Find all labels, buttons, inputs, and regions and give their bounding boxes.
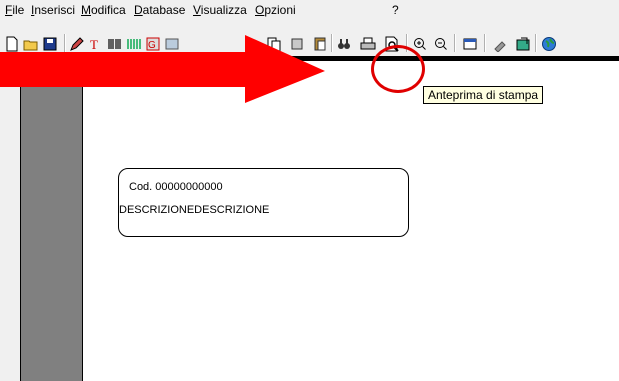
menu-bar: File Inserisci Modifica Database Visuali… bbox=[0, 0, 619, 20]
label-description-text: DESCRIZIONEDESCRIZIONE bbox=[119, 204, 270, 216]
toolbar-separator bbox=[484, 34, 486, 52]
print-preview-tooltip: Anteprima di stampa bbox=[423, 86, 544, 104]
menu-help[interactable]: ? bbox=[392, 3, 399, 17]
menu-inserisci[interactable]: Inserisci bbox=[31, 3, 75, 17]
globe-icon[interactable] bbox=[541, 36, 557, 52]
print-icon[interactable] bbox=[360, 36, 376, 52]
menu-file[interactable]: File bbox=[5, 3, 24, 17]
side-panel bbox=[20, 60, 83, 381]
toolbar-separator bbox=[535, 34, 537, 52]
highlight-circle bbox=[371, 45, 425, 93]
menu-database[interactable]: Database bbox=[134, 3, 185, 17]
menu-visualizza[interactable]: Visualizza bbox=[193, 3, 247, 17]
export-icon[interactable] bbox=[515, 36, 531, 52]
left-margin bbox=[0, 60, 20, 381]
label-preview-box[interactable]: Cod. 00000000000 DESCRIZIONEDESCRIZIONE bbox=[118, 168, 409, 237]
zoom-out-icon[interactable] bbox=[433, 36, 449, 52]
label-code-text: Cod. 00000000000 bbox=[129, 181, 223, 193]
menu-opzioni[interactable]: Opzioni bbox=[255, 3, 296, 17]
window-icon[interactable] bbox=[462, 36, 478, 52]
menu-modifica[interactable]: Modifica bbox=[81, 3, 126, 17]
tool-icon[interactable] bbox=[492, 36, 508, 52]
red-arrow-icon bbox=[0, 35, 325, 103]
toolbar-separator bbox=[454, 34, 456, 52]
